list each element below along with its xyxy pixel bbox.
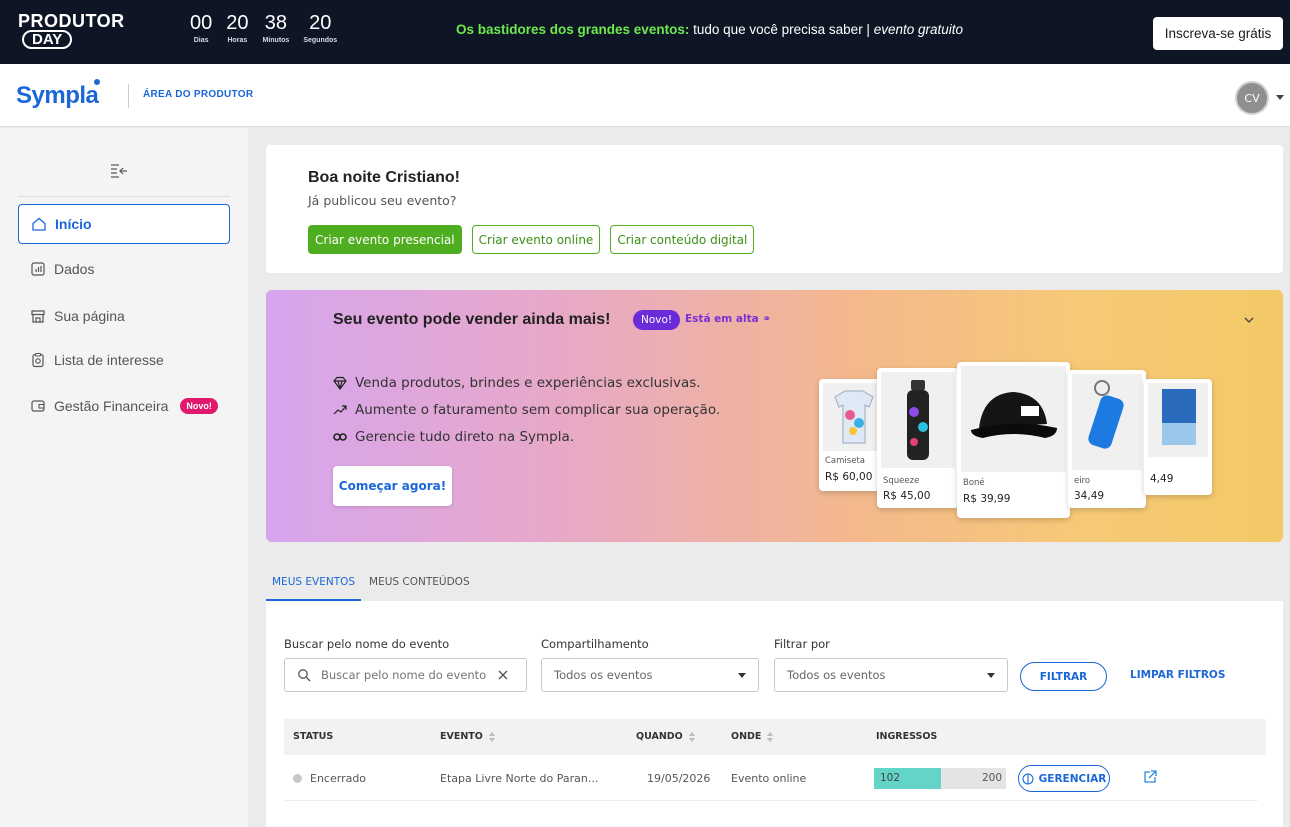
promo-bar: PRODUTOR DAY 00 Dias 20 Horas 38 Minutos… xyxy=(0,0,1290,64)
avatar[interactable]: CV xyxy=(1235,81,1269,115)
status-dot-icon xyxy=(293,774,302,783)
chevron-down-icon[interactable] xyxy=(1244,315,1254,325)
countdown-hours: 20 Horas xyxy=(226,12,249,44)
greeting-subtitle: Já publicou seu evento? xyxy=(308,193,457,208)
bottle-image xyxy=(881,372,955,468)
trend-up-icon xyxy=(333,405,347,415)
clear-search-icon[interactable] xyxy=(497,669,509,681)
subscribe-button[interactable]: Inscreva-se grátis xyxy=(1153,17,1283,50)
chart-icon xyxy=(31,262,45,276)
share-label: Compartilhamento xyxy=(541,637,649,651)
tab-meus-conteudos[interactable]: MEUS CONTEÚDOS xyxy=(363,571,476,601)
countdown-minutes: 38 Minutos xyxy=(262,12,290,44)
table-header: STATUS EVENTO QUANDO ONDE INGRESSOS xyxy=(284,719,1266,755)
collapse-menu-icon[interactable] xyxy=(110,162,128,180)
logo-dot-icon xyxy=(94,79,101,85)
chevron-down-icon xyxy=(987,673,995,678)
sympla-logo[interactable]: Sympla xyxy=(16,79,101,110)
sidebar-item-inicio[interactable]: Início xyxy=(18,204,230,244)
keychain-image xyxy=(1072,374,1142,470)
col-quando[interactable]: QUANDO xyxy=(636,731,696,742)
filter-button[interactable]: FILTRAR xyxy=(1020,662,1107,691)
sidebar-item-dados[interactable]: Dados xyxy=(18,249,230,289)
manage-button[interactable]: GERENCIAR xyxy=(1018,765,1110,792)
tickets-sold: 102 xyxy=(880,772,901,784)
header-divider xyxy=(128,84,129,108)
search-box xyxy=(284,658,527,692)
create-digital-content-button[interactable]: Criar conteúdo digital xyxy=(610,225,755,254)
create-online-event-button[interactable]: Criar evento online xyxy=(471,225,601,254)
events-panel: Buscar pelo nome do evento Compartilhame… xyxy=(266,601,1283,827)
new-badge: Novo! xyxy=(180,398,218,414)
sort-icon xyxy=(488,731,496,742)
table-row: Encerrado Etapa Livre Norte do Paran... … xyxy=(284,755,1258,801)
diamond-icon xyxy=(333,376,347,390)
sidebar-divider xyxy=(18,196,230,197)
banner-feature: Venda produtos, brindes e experiências e… xyxy=(333,375,701,391)
banner-title: Seu evento pode vender ainda mais! xyxy=(333,311,611,328)
producer-area-label: ÁREA DO PRODUTOR xyxy=(143,89,254,100)
sidebar-item-lista-interesse[interactable]: Lista de interesse xyxy=(18,340,230,380)
upsell-banner: Seu evento pode vender ainda mais! Novo!… xyxy=(266,290,1283,542)
home-icon xyxy=(32,217,46,231)
settings-icon xyxy=(1022,772,1034,785)
tab-meus-eventos[interactable]: MEUS EVENTOS xyxy=(266,571,362,601)
sort-icon xyxy=(767,731,774,742)
sort-icon xyxy=(688,731,696,742)
greeting-title: Boa noite Cristiano! xyxy=(308,169,461,186)
create-actions: Criar evento presencial Criar evento onl… xyxy=(308,225,755,254)
external-link-icon[interactable] xyxy=(1142,769,1158,785)
tickets-progress: 102 200 xyxy=(874,768,1006,789)
banner-new-badge: Novo! xyxy=(633,310,681,330)
tickets-capacity: 200 xyxy=(981,772,1002,784)
banner-feature: Aumente o faturamento sem complicar sua … xyxy=(333,402,720,418)
sidebar: Início Dados Sua página Lista de interes… xyxy=(0,128,248,827)
search-label: Buscar pelo nome do evento xyxy=(284,637,450,651)
produtor-day-logo: PRODUTOR DAY xyxy=(18,11,125,49)
event-location: Evento online xyxy=(731,772,807,785)
greeting-card: Boa noite Cristiano! Já publicou seu eve… xyxy=(266,145,1283,273)
chevron-down-icon[interactable] xyxy=(1276,95,1284,100)
app-header: Sympla ÁREA DO PRODUTOR CV xyxy=(0,64,1290,127)
countdown: 00 Dias 20 Horas 38 Minutos 20 Segundos xyxy=(190,12,337,44)
col-evento[interactable]: EVENTO xyxy=(440,731,496,742)
chevron-down-icon xyxy=(738,673,746,678)
infinity-icon xyxy=(333,433,347,441)
event-name[interactable]: Etapa Livre Norte do Paran... xyxy=(440,772,598,785)
countdown-seconds: 20 Segundos xyxy=(303,12,338,44)
banner-feature: Gerencie tudo direto na Sympla. xyxy=(333,429,574,445)
search-icon xyxy=(298,669,311,682)
cap-image xyxy=(961,366,1066,472)
event-date: 19/05/2026 xyxy=(647,772,711,785)
filter-label: Filtrar por xyxy=(774,637,830,651)
book-image xyxy=(1148,383,1208,457)
col-onde[interactable]: ONDE xyxy=(731,731,774,742)
wallet-icon xyxy=(31,400,45,412)
product-card: Boné R$ 39,99 xyxy=(957,362,1070,518)
filter-select[interactable]: Todos os eventos xyxy=(774,658,1008,692)
product-card: Squeeze R$ 45,00 xyxy=(877,368,959,508)
sidebar-item-sua-pagina[interactable]: Sua página xyxy=(18,296,230,336)
search-input[interactable] xyxy=(321,668,491,682)
col-ingressos: INGRESSOS xyxy=(876,731,938,742)
fire-icon: ⚭ xyxy=(762,313,772,325)
clear-filters-button[interactable]: LIMPAR FILTROS xyxy=(1130,669,1225,681)
product-card: eiro 34,49 xyxy=(1068,370,1146,508)
storefront-icon xyxy=(31,310,45,323)
countdown-days: 00 Dias xyxy=(190,12,213,44)
create-in-person-event-button[interactable]: Criar evento presencial xyxy=(308,225,462,254)
sidebar-item-gestao-financeira[interactable]: Gestão Financeira Novo! xyxy=(18,386,230,426)
event-status: Encerrado xyxy=(293,772,366,785)
share-select[interactable]: Todos os eventos xyxy=(541,658,759,692)
col-status: STATUS xyxy=(293,731,334,742)
get-started-button[interactable]: Começar agora! xyxy=(333,466,452,506)
tshirt-image xyxy=(823,383,885,451)
events-tabs: MEUS EVENTOS MEUS CONTEÚDOS xyxy=(266,571,478,601)
clipboard-icon xyxy=(32,352,44,368)
promo-headline: Os bastidores dos grandes eventos: tudo … xyxy=(456,22,964,37)
product-card: 4,49 xyxy=(1144,379,1212,495)
trending-label: Está em alta ⚭ xyxy=(685,313,772,325)
